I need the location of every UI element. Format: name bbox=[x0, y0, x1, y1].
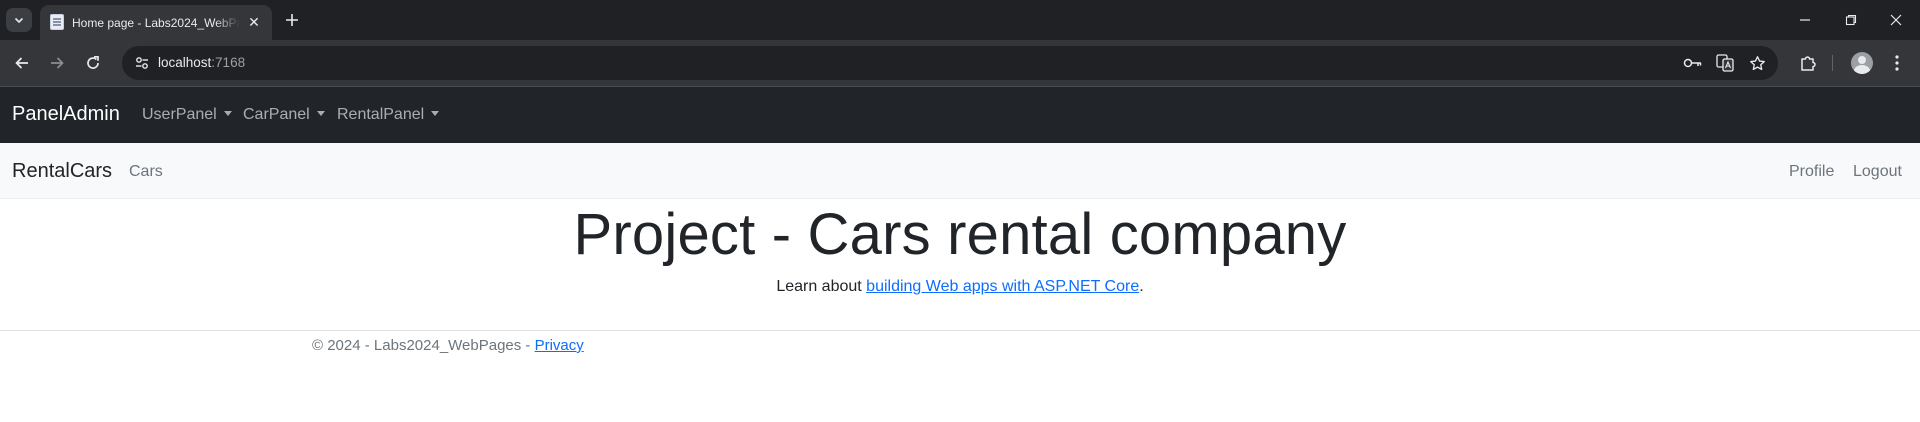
reload-button[interactable] bbox=[80, 50, 106, 76]
minimize-icon bbox=[1800, 19, 1810, 21]
url-text: localhost:7168 bbox=[158, 54, 245, 72]
bookmark-button[interactable] bbox=[1746, 52, 1768, 74]
password-key-button[interactable] bbox=[1682, 52, 1704, 74]
intro-suffix: . bbox=[1139, 278, 1144, 295]
footer-text: © 2024 - Labs2024_WebPages - Privacy bbox=[312, 335, 584, 357]
aspnet-docs-link[interactable]: building Web apps with ASP.NET Core bbox=[866, 278, 1139, 295]
translate-icon bbox=[1716, 54, 1734, 72]
caret-down-icon bbox=[223, 111, 232, 116]
arrow-left-icon bbox=[15, 57, 28, 69]
forward-button[interactable] bbox=[44, 50, 70, 76]
profile-avatar[interactable] bbox=[1851, 52, 1873, 74]
back-button[interactable] bbox=[9, 50, 35, 76]
close-icon bbox=[1890, 14, 1902, 26]
restore-button[interactable] bbox=[1836, 8, 1866, 32]
intro-prefix: Learn about bbox=[776, 278, 867, 295]
page-footer: © 2024 - Labs2024_WebPages - Privacy bbox=[0, 330, 1920, 354]
url-host: localhost bbox=[158, 55, 212, 70]
dropdown-label: RentalPanel bbox=[337, 106, 425, 123]
nav-link-cars[interactable]: Cars bbox=[129, 161, 163, 183]
browser-tab-active[interactable]: Home page - Labs2024_WebPages ✕ bbox=[40, 5, 272, 40]
puzzle-icon bbox=[1801, 56, 1816, 71]
browser-tab-strip: Home page - Labs2024_WebPages ✕ bbox=[0, 0, 1920, 40]
site-brand-link[interactable]: RentalCars bbox=[12, 158, 112, 184]
tab-search-button[interactable] bbox=[6, 8, 32, 32]
dropdown-label: UserPanel bbox=[142, 106, 217, 123]
close-window-button[interactable] bbox=[1881, 8, 1911, 32]
admin-navbar: PanelAdmin UserPanel CarPanel RentalPane… bbox=[0, 87, 1920, 143]
intro-text: Learn about building Web apps with ASP.N… bbox=[0, 276, 1920, 298]
extensions-button[interactable] bbox=[1795, 50, 1821, 76]
rentalpanel-dropdown[interactable]: RentalPanel bbox=[337, 104, 440, 126]
restore-icon bbox=[1845, 14, 1857, 26]
caret-down-icon bbox=[316, 111, 325, 116]
copyright-text: © 2024 - Labs2024_WebPages - bbox=[312, 337, 535, 354]
caret-down-icon bbox=[431, 111, 440, 116]
address-bar[interactable]: localhost:7168 bbox=[122, 46, 1778, 80]
tune-icon bbox=[136, 57, 148, 69]
arrow-right-icon bbox=[51, 57, 64, 69]
dropdown-label: CarPanel bbox=[243, 106, 310, 123]
carpanel-dropdown[interactable]: CarPanel bbox=[243, 104, 325, 126]
tab-title: Home page - Labs2024_WebPages bbox=[72, 16, 240, 30]
plus-icon bbox=[286, 14, 298, 26]
url-port: :7168 bbox=[211, 55, 246, 70]
new-tab-button[interactable] bbox=[280, 8, 304, 32]
nav-link-profile[interactable]: Profile bbox=[1789, 161, 1834, 183]
page-icon bbox=[50, 14, 64, 30]
admin-brand-link[interactable]: PanelAdmin bbox=[12, 101, 120, 127]
privacy-link[interactable]: Privacy bbox=[535, 337, 584, 354]
reload-icon bbox=[87, 55, 99, 69]
translate-button[interactable] bbox=[1714, 52, 1736, 74]
minimize-button[interactable] bbox=[1790, 8, 1820, 32]
site-info-button[interactable] bbox=[130, 51, 154, 75]
more-vertical-icon bbox=[1895, 55, 1899, 71]
browser-toolbar: localhost:7168 bbox=[0, 40, 1920, 87]
toolbar-divider bbox=[1832, 55, 1833, 71]
close-icon[interactable]: ✕ bbox=[246, 14, 262, 30]
key-icon bbox=[1683, 58, 1702, 68]
page-title: Project - Cars rental company bbox=[573, 202, 1347, 267]
site-navbar: RentalCars Cars Profile Logout bbox=[0, 143, 1920, 199]
nav-link-logout[interactable]: Logout bbox=[1853, 161, 1902, 183]
userpanel-dropdown[interactable]: UserPanel bbox=[142, 104, 232, 126]
browser-menu-button[interactable] bbox=[1884, 50, 1910, 76]
chevron-down-icon bbox=[14, 17, 24, 24]
star-icon bbox=[1749, 55, 1765, 70]
